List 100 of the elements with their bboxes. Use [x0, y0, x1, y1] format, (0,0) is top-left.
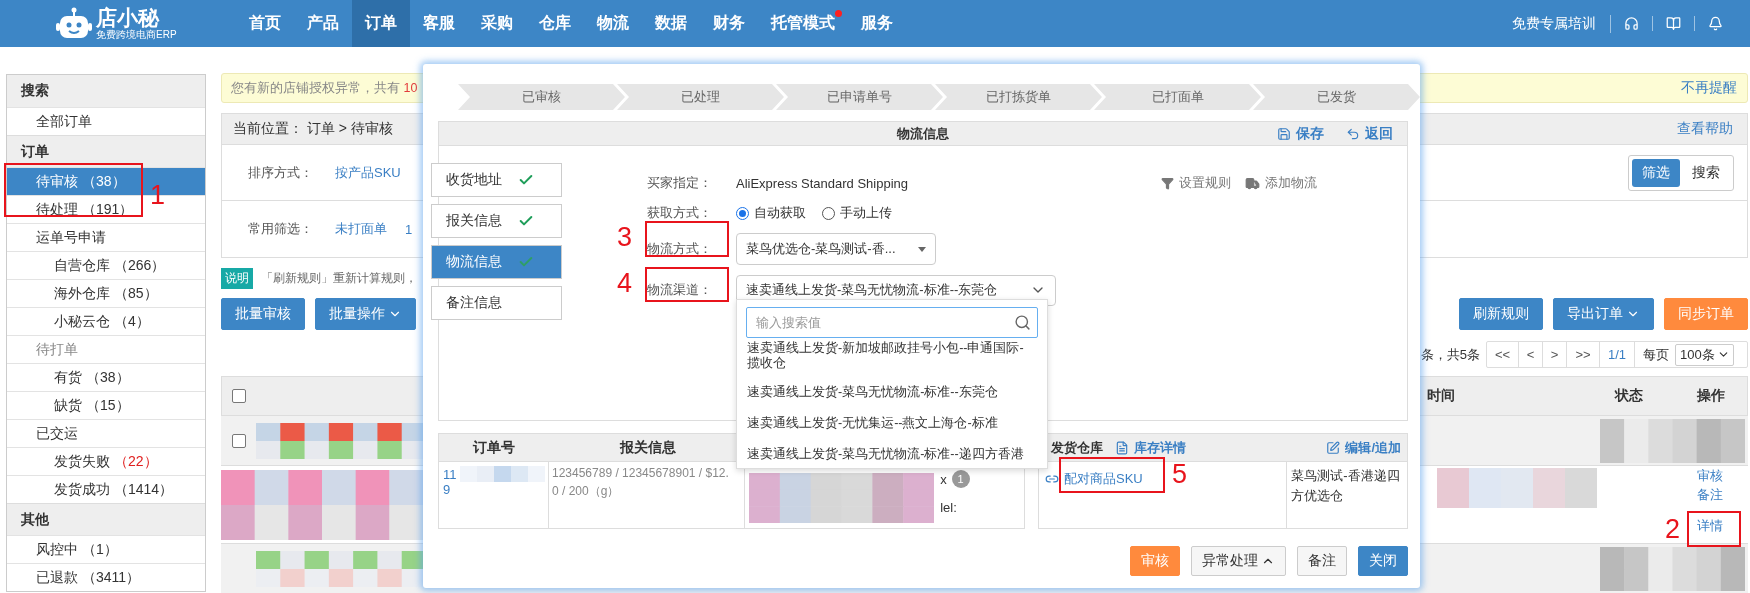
info-badge: 说明: [221, 267, 253, 289]
action-button[interactable]: 批量审核: [221, 298, 305, 330]
nav-tab[interactable]: 财务: [700, 0, 758, 47]
view-toggle-option[interactable]: 筛选: [1632, 158, 1680, 187]
page-button[interactable]: <: [1519, 342, 1543, 367]
sidebar-heading: 其他: [7, 503, 205, 535]
back-button[interactable]: 返回: [1346, 125, 1393, 143]
radio-option[interactable]: 手动上传: [822, 204, 892, 222]
dismiss-link[interactable]: 不再提醒: [1681, 79, 1737, 97]
pagination-summary: 条，共5条: [1420, 345, 1480, 364]
filter-option[interactable]: 1: [405, 221, 413, 237]
nav-tab[interactable]: 数据: [642, 0, 700, 47]
section-tab[interactable]: 报关信息: [431, 204, 562, 238]
truck-icon: [1245, 175, 1260, 191]
row-action-link[interactable]: 详情: [1697, 518, 1723, 534]
filter-label: 常用筛选：: [248, 220, 313, 238]
dialog-button[interactable]: 异常处理: [1191, 546, 1286, 576]
logo-tagline: 免费跨境电商ERP: [96, 29, 177, 40]
annotation-number: 4: [617, 270, 633, 297]
annotation-number: 2: [1665, 516, 1681, 543]
stock-details-link[interactable]: 库存详情: [1115, 438, 1186, 457]
progress-step: 已处理: [617, 84, 784, 110]
sidebar-heading: 搜索: [7, 75, 205, 107]
nav-tab[interactable]: 服务: [848, 0, 906, 47]
column-header: 状态: [1615, 387, 1644, 405]
nav-tab[interactable]: 采购: [468, 0, 526, 47]
column-header: 时间: [1427, 387, 1456, 405]
page-button[interactable]: >: [1543, 342, 1567, 367]
nav-tab[interactable]: 首页: [236, 0, 294, 47]
nav-tab[interactable]: 物流: [584, 0, 642, 47]
document-icon: [1115, 440, 1129, 455]
nav-tab[interactable]: 订单: [352, 0, 410, 47]
nav-tab[interactable]: 托管模式: [758, 0, 848, 47]
shipping-method-select[interactable]: 菜鸟优选仓-菜鸟测试-香...: [736, 233, 936, 265]
model-label: lel:: [940, 500, 958, 515]
progress-step: 已审核: [458, 84, 625, 110]
row-action-link[interactable]: 审核: [1697, 468, 1723, 484]
checkbox[interactable]: [232, 389, 246, 403]
order-number-link[interactable]: 9: [443, 482, 451, 497]
dialog-button[interactable]: 关闭: [1358, 546, 1408, 576]
dropdown-option[interactable]: 速卖通线上发货-菜鸟无忧物流-标准--递四方香港: [746, 439, 1046, 468]
action-button[interactable]: 刷新规则: [1459, 298, 1543, 330]
sidebar-heading: 订单: [7, 135, 205, 167]
page-button[interactable]: <<: [1487, 342, 1519, 367]
field-label: 买家指定：: [647, 174, 712, 192]
save-button[interactable]: 保存: [1277, 125, 1324, 143]
dropdown-option[interactable]: 速卖通线上发货-无忧集运--燕文上海仓-标准: [746, 408, 1046, 439]
row-action-link[interactable]: 备注: [1697, 487, 1723, 503]
filter-option[interactable]: 未打面单: [335, 220, 387, 238]
dialog-button[interactable]: 备注: [1297, 546, 1347, 576]
filter-label: 排序方式：: [248, 163, 313, 182]
dropdown-option[interactable]: 速卖通线上发货-新加坡邮政挂号小包--申通国际-揽收仓: [746, 338, 1028, 377]
filter-option[interactable]: 按产品SKU: [335, 163, 401, 182]
quantity-badge: 1: [951, 470, 970, 488]
edit-add-link[interactable]: 编辑/追加: [1326, 438, 1401, 457]
customs-info: 123456789 / 12345678901 / $12. 0 / 200（g）: [552, 465, 730, 500]
search-icon: [1014, 314, 1031, 331]
nav-tab[interactable]: 仓库: [526, 0, 584, 47]
action-button[interactable]: 批量操作: [315, 298, 416, 330]
filter-icon: [1161, 176, 1174, 190]
annotation-frame: [1687, 511, 1741, 547]
current-page[interactable]: 1/1: [1600, 342, 1635, 367]
buyer-shipping-value: AliExpress Standard Shipping: [736, 175, 908, 191]
warehouse-name: 菜鸟测试-香港递四方优选仓: [1291, 467, 1401, 505]
progress-step: 已打面单: [1094, 84, 1261, 110]
back-arrow-icon: [1346, 127, 1360, 141]
view-toggle-option[interactable]: 搜索: [1682, 158, 1730, 187]
column-header: 订单号: [471, 438, 516, 457]
order-number-link[interactable]: 11: [443, 466, 457, 482]
panel-title: 物流信息: [897, 124, 949, 143]
help-link[interactable]: 查看帮助: [1677, 120, 1733, 138]
per-page-label: 每页: [1643, 345, 1669, 364]
section-tab[interactable]: 收货地址: [431, 163, 562, 197]
field-label: 获取方式：: [647, 204, 712, 222]
notice-text: 您有新的店铺授权异常，共有 10: [231, 79, 418, 97]
radio-option[interactable]: 自动获取: [736, 204, 806, 222]
per-page-select[interactable]: 100条: [1675, 343, 1734, 366]
action-button[interactable]: 导出订单: [1553, 298, 1654, 330]
nav-tab[interactable]: 产品: [294, 0, 352, 47]
action-button[interactable]: 同步订单: [1664, 298, 1748, 330]
pair-sku-link[interactable]: 配对商品SKU: [1045, 470, 1143, 488]
link-icon: [1045, 472, 1059, 486]
checkbox[interactable]: [232, 433, 246, 448]
annotation-number: 5: [1172, 461, 1188, 488]
dropdown-option[interactable]: 速卖通线上发货-菜鸟无忧物流-标准--东莞仓: [746, 377, 1046, 408]
add-logistics-link[interactable]: 添加物流: [1245, 174, 1317, 192]
bell-icon[interactable]: [1708, 16, 1723, 31]
search-field[interactable]: 输入搜索值: [746, 307, 1038, 338]
section-tab[interactable]: 物流信息: [431, 245, 562, 279]
headset-icon[interactable]: [1624, 16, 1639, 31]
dialog-button[interactable]: 审核: [1130, 546, 1180, 576]
nav-tab[interactable]: 客服: [410, 0, 468, 47]
progress-step: 已打拣货单: [935, 84, 1102, 110]
page-button[interactable]: >>: [1567, 342, 1600, 367]
progress-step: 已申请单号: [776, 84, 943, 110]
book-icon[interactable]: [1666, 16, 1681, 31]
robot-logo-icon: [56, 6, 92, 41]
section-tab[interactable]: 备注信息: [431, 286, 562, 320]
rules-link[interactable]: 设置规则: [1161, 174, 1231, 192]
training-link[interactable]: 免费专属培训: [1512, 14, 1611, 33]
